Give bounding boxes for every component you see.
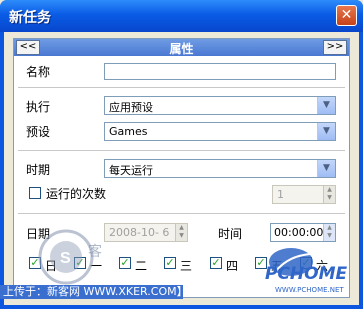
separator [18,150,345,151]
day-wed-label: 三 [180,259,193,273]
chevron-down-icon[interactable]: ▼ [317,97,335,114]
next-page-button[interactable]: >> [323,40,347,55]
name-label: 名称 [26,65,51,79]
period-label: 时期 [26,163,51,177]
chevron-down-icon[interactable]: ▼ [317,160,335,177]
time-value: 00:00:00 [274,226,324,239]
run-count-checkbox[interactable] [29,187,41,199]
run-count-spinner[interactable]: 1 ▲ ▼ [272,185,336,204]
period-select-value: 每天运行 [109,164,153,177]
time-input[interactable]: 00:00:00 ▲ ▼ [270,223,336,242]
pchome-logo: PCHOME WWW.PCHOME.NET [261,246,357,298]
run-count-label: 运行的次数 [46,187,107,201]
execute-select-value: 应用预设 [109,101,153,114]
name-input[interactable] [104,63,336,80]
execute-label: 执行 [26,100,51,114]
dialog-window: 新任务 ✕ 属性 << >> 名称 执行 应用预设 ▼ 预设 Games ▼ 时… [0,0,363,309]
spinner-arrows[interactable]: ▲ ▼ [323,224,335,241]
preset-select-value: Games [109,125,148,138]
svg-text:S: S [60,250,71,267]
pchome-url: WWW.PCHOME.NET [275,286,344,294]
period-select[interactable]: 每天运行 ▼ [104,159,336,178]
run-count-value: 1 [277,188,284,201]
date-picker[interactable]: 2008-10- 6 ▲ ▼ [104,223,188,242]
date-value: 2008-10- 6 [109,226,170,239]
spinner-arrows[interactable]: ▲ ▼ [175,224,187,241]
separator [18,213,345,214]
pchome-logo-text: PCHOME [265,264,348,284]
prev-page-button[interactable]: << [16,40,40,55]
watermark-text: 上传于：新客网 WWW.XKER.COM】 [0,285,188,299]
chevron-down-icon[interactable]: ▼ [317,123,335,140]
window-title: 新任务 [9,10,51,26]
preset-label: 预设 [26,125,51,139]
panel-header-label: 属性 [169,42,194,56]
time-label: 时间 [218,227,243,241]
execute-select[interactable]: 应用预设 ▼ [104,96,336,115]
day-thu-label: 四 [226,259,239,273]
preset-select[interactable]: Games ▼ [104,122,336,141]
day-wed-checkbox[interactable]: ✓ [164,257,176,269]
separator [18,87,345,88]
close-button[interactable]: ✕ [336,5,357,26]
day-tue-label: 二 [135,259,148,273]
day-tue-checkbox[interactable]: ✓ [119,257,131,269]
svg-text:客: 客 [88,243,102,260]
title-bar[interactable]: 新任务 ✕ [0,0,363,32]
watermark-stamp-icon: S 客 [38,229,102,285]
day-thu-checkbox[interactable]: ✓ [210,257,222,269]
panel-header: 属性 << >> [14,39,349,56]
spinner-arrows[interactable]: ▲ ▼ [323,186,335,203]
